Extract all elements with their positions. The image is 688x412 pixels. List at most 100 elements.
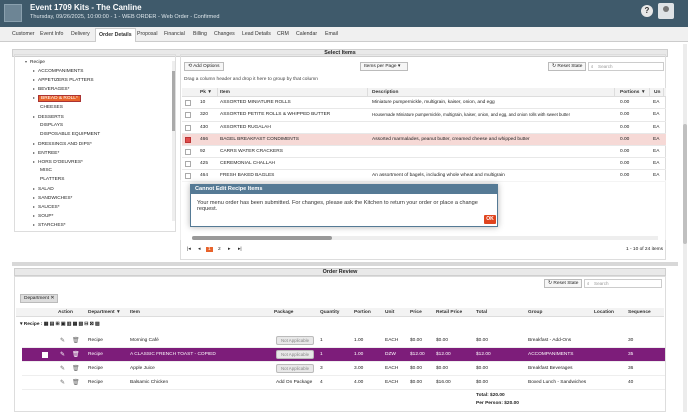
tab-financial[interactable]: Financial (164, 31, 185, 37)
ok-button[interactable]: OK (484, 215, 496, 224)
expand-arrow-icon[interactable]: ▸ (33, 86, 35, 91)
pager-page-2[interactable]: 2 (218, 247, 221, 252)
tree-item-desserts[interactable]: ▸ DESSERTS (33, 114, 64, 120)
expand-arrow-icon[interactable]: ▸ (33, 159, 35, 164)
pager-next-icon[interactable]: ▸ (228, 247, 230, 252)
tree-item-dressings[interactable]: ▸ DRESSINGS AND DIPS* (33, 141, 92, 147)
items-search-input[interactable]: Search (588, 62, 664, 71)
filter-icon[interactable]: ▼ (116, 310, 121, 315)
or-col-action[interactable]: Action (58, 308, 73, 317)
row-checkbox[interactable] (185, 173, 191, 179)
items-hscrollbar-thumb[interactable] (192, 236, 332, 240)
expand-arrow-icon[interactable]: ▸ (33, 150, 35, 155)
col-header-item[interactable]: Item (218, 88, 368, 97)
or-col-location[interactable]: Location (594, 308, 614, 317)
tab-order-details[interactable]: Order Details (95, 28, 136, 42)
table-row[interactable]: 92 CARRS WATER CRACKERS 0.00 EA (182, 146, 666, 158)
table-row[interactable]: 430 ASSORTED RUGALAH 0.00 EA (182, 122, 666, 134)
tree-item-accompaniments[interactable]: ▸ ACCOMPANIMENTS (33, 68, 84, 74)
row-checkbox[interactable] (185, 112, 191, 118)
tab-calendar[interactable]: Calendar (296, 31, 317, 37)
expand-arrow-icon[interactable]: ▸ (33, 68, 35, 73)
table-row[interactable]: 320 ASSORTED PETITE ROLLS & WHIPPED BUTTE… (182, 109, 666, 122)
tree-item-starches[interactable]: ▸ STARCHES* (33, 222, 66, 228)
or-col-price[interactable]: Price (410, 308, 422, 317)
or-col-sequence[interactable]: Sequence (628, 308, 651, 317)
expand-arrow-icon[interactable]: ▸ (33, 195, 35, 200)
delete-icon[interactable]: 🗑 (72, 380, 80, 387)
tree-root[interactable]: ▾ Recipe (25, 59, 45, 65)
user-avatar-icon[interactable] (658, 3, 674, 19)
items-per-page-select[interactable]: Items per Page ▾ (360, 62, 408, 71)
group-toolbar-icons[interactable]: ▦ ▤ ⊞ ▣ ▥ ▦ ▧ ⊟ ⊠ ▨ (44, 322, 100, 327)
tree-item-appetizers[interactable]: ▸ APPETIZERS PLATTERS (33, 77, 94, 83)
or-col-portion[interactable]: Portion (354, 308, 371, 317)
col-header-description[interactable]: Description (370, 88, 615, 97)
tree-item-soup[interactable]: ▸ SOUP* (33, 213, 53, 219)
expand-arrow-icon[interactable]: ▸ (33, 204, 35, 209)
order-row[interactable]: ✎ 🗑 Recipe Balsamic Chicken Add On Packag… (22, 376, 665, 390)
tree-item-cheeses[interactable]: CHEESES (40, 105, 63, 110)
row-checkbox[interactable] (185, 125, 191, 131)
edit-icon[interactable]: ✎ (60, 338, 66, 345)
group-row-recipe[interactable]: ▾ Recipe : ▦ ▤ ⊞ ▣ ▥ ▦ ▧ ⊟ ⊠ ▨ (20, 322, 100, 327)
page-scrollbar[interactable] (683, 44, 687, 412)
edit-icon[interactable]: ✎ (60, 380, 66, 387)
pager-first-icon[interactable]: |◂ (187, 247, 191, 252)
expand-arrow-icon[interactable]: ▸ (33, 186, 35, 191)
tree-item-beverages[interactable]: ▸ BEVERAGES* (33, 86, 69, 92)
order-row[interactable]: ✎ 🗑 Recipe Apple Juice Not Applicable 3 3… (22, 362, 665, 376)
pager-prev-icon[interactable]: ◂ (198, 247, 200, 252)
page-scrollbar-thumb[interactable] (683, 124, 687, 244)
tab-lead-details[interactable]: Lead Details (242, 31, 271, 37)
expand-arrow-icon[interactable]: ▸ (33, 95, 35, 100)
or-col-package[interactable]: Package (274, 308, 293, 317)
panel-splitter[interactable] (12, 262, 678, 266)
tab-changes[interactable]: Changes (214, 31, 235, 37)
or-col-total[interactable]: Total (476, 308, 487, 317)
group-chip-department[interactable]: Department ✕ (20, 294, 59, 303)
tab-billing[interactable]: Billing (193, 31, 207, 37)
delete-icon[interactable]: 🗑 (72, 366, 80, 373)
tree-item-bread-roll[interactable]: ▸ BREAD & ROLL* (33, 95, 81, 102)
expand-arrow-icon[interactable]: ▸ (33, 213, 35, 218)
row-checkbox[interactable] (185, 100, 191, 106)
or-col-quantity[interactable]: Quantity (320, 308, 339, 317)
tree-item-misc[interactable]: MISC (40, 168, 52, 173)
tab-customer[interactable]: Customer (12, 31, 35, 37)
pager-page-1[interactable]: 1 (206, 247, 213, 252)
filter-icon[interactable]: ▼ (641, 90, 646, 95)
tab-proposal[interactable]: Proposal (137, 31, 157, 37)
row-checkbox[interactable] (185, 137, 191, 143)
tree-item-displays[interactable]: DISPLAYS (40, 123, 63, 128)
delete-icon[interactable]: 🗑 (72, 352, 80, 359)
tab-crm[interactable]: CRM (277, 31, 289, 37)
expand-arrow-icon[interactable]: ▸ (33, 114, 35, 119)
filter-icon[interactable]: ▼ (207, 90, 212, 95)
tab-email[interactable]: Email (325, 31, 338, 37)
tab-delivery[interactable]: Delivery (71, 31, 90, 37)
or-reset-state-button[interactable]: ↻ Reset State (544, 279, 583, 288)
tree-item-hors-doeuvres[interactable]: ▸ HORS D'OEUVRES* (33, 159, 83, 165)
or-col-item[interactable]: Item (130, 308, 140, 317)
items-hscrollbar[interactable] (192, 236, 658, 240)
help-icon[interactable]: ? (641, 5, 653, 17)
order-row[interactable]: ✎ 🗑 Recipe A CLASSIC FRENCH TOAST - COPIE… (22, 348, 665, 362)
tree-item-salad[interactable]: ▸ SALAD (33, 186, 54, 192)
pager-last-icon[interactable]: ▸| (238, 247, 242, 252)
or-col-department[interactable]: Department ▼ (88, 308, 121, 317)
tree-item-entree[interactable]: ▸ ENTREE* (33, 150, 59, 156)
expand-arrow-icon[interactable]: ▸ (33, 77, 35, 82)
row-checkbox[interactable] (42, 352, 48, 358)
edit-icon[interactable]: ✎ (60, 366, 66, 373)
tree-item-sauces[interactable]: ▸ SAUCES* (33, 204, 60, 210)
tree-item-disposable[interactable]: DISPOSABLE EQUIPMENT (40, 132, 100, 137)
tree-item-platters[interactable]: PLATTERS (40, 177, 64, 182)
edit-icon[interactable]: ✎ (60, 352, 66, 359)
col-header-unit[interactable]: Un (652, 88, 664, 97)
tab-event-info[interactable]: Event Info (40, 31, 63, 37)
table-row[interactable]: 10 ASSORTED MINIATURE ROLLS Miniature pump… (182, 97, 666, 109)
add-options-button[interactable]: ⟲ Add Options (184, 62, 224, 71)
table-row[interactable]: 425 CEREMONIAL CHALLAH 0.00 EA (182, 158, 666, 170)
or-col-retail-price[interactable]: Retail Price (436, 308, 462, 317)
